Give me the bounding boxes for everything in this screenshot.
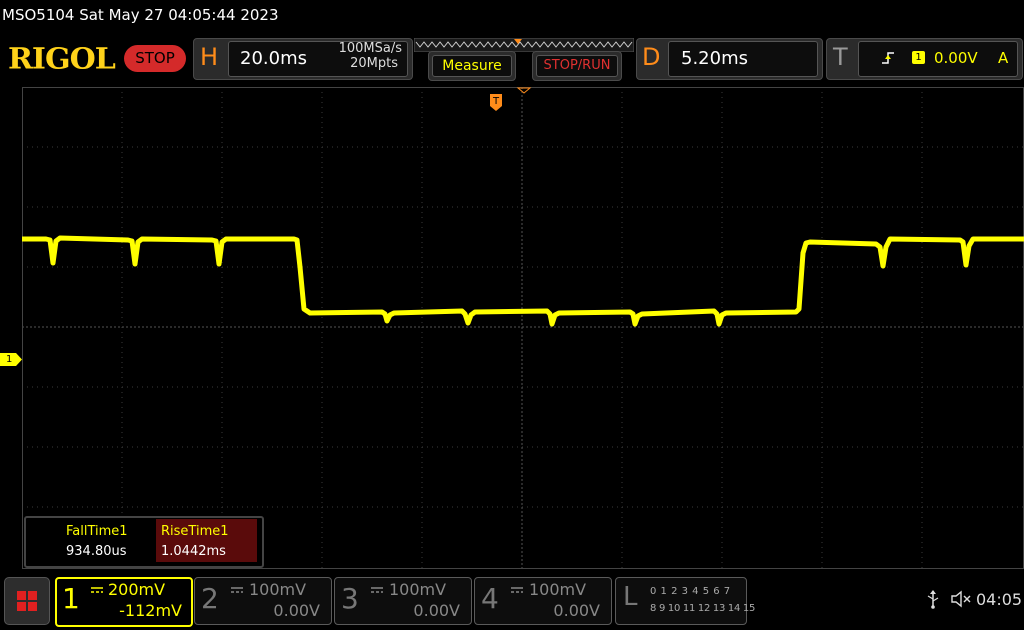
channel-3-offset: 0.00V <box>413 601 460 620</box>
stop-run-button[interactable]: STOP/RUN <box>532 51 622 81</box>
risetime-value: 1.0442ms <box>161 544 226 559</box>
channel-1-scale: 200mV <box>108 580 166 599</box>
logic-channels-row2: 8 9 10 11 12 13 14 15 <box>650 603 756 614</box>
delay-letter: D <box>642 43 661 71</box>
channel-1-offset: -112mV <box>119 601 182 620</box>
logic-analyzer-letter: L <box>623 582 638 612</box>
dc-coupling-icon <box>371 587 383 593</box>
timebase-value: 20.0ms <box>240 48 307 69</box>
trigger-marker-label: T <box>492 96 500 107</box>
measure-button[interactable]: Measure <box>428 51 516 81</box>
channel-3-scale: 100mV <box>389 580 447 599</box>
dc-coupling-icon <box>231 587 243 593</box>
sample-rate: 100MSa/s <box>338 41 402 56</box>
run-state-badge[interactable]: STOP <box>124 45 186 72</box>
trigger-letter: T <box>833 43 848 71</box>
channel-4-number: 4 <box>481 582 499 615</box>
trigger-position-strip <box>414 38 634 52</box>
memory-depth: 20Mpts <box>350 56 398 71</box>
logic-channels-row1: 0 1 2 3 4 5 6 7 <box>650 586 731 597</box>
channel-3-number: 3 <box>341 582 359 615</box>
ch1-offset-marker[interactable]: 1 <box>0 353 22 366</box>
speaker-muted-icon[interactable] <box>950 590 972 608</box>
trigger-level: 0.00V <box>934 49 978 67</box>
channel-4-scale: 100mV <box>529 580 587 599</box>
dc-coupling-icon <box>511 587 523 593</box>
ch1-waveform <box>22 235 1024 327</box>
main-menu-button[interactable] <box>4 577 50 625</box>
trigger-mode: A <box>998 49 1009 67</box>
delay-value: 5.20ms <box>681 48 748 69</box>
grid-center-axes <box>22 87 1024 569</box>
ch1-marker-label: 1 <box>6 354 13 365</box>
trigger-marker: T <box>490 87 532 111</box>
trigger-source-badge: 1 <box>912 51 925 64</box>
rising-edge-icon <box>882 52 894 64</box>
channel-2-number: 2 <box>201 582 219 615</box>
risetime-label: RiseTime1 <box>161 524 229 539</box>
status-line: MSO5104 Sat May 27 04:05:44 2023 <box>2 6 279 24</box>
stop-run-label: STOP/RUN <box>536 55 618 77</box>
falltime-value: 934.80us <box>66 544 127 559</box>
channel-2-scale: 100mV <box>249 580 307 599</box>
grid-border <box>22 87 1024 569</box>
grid-lines <box>22 87 1024 569</box>
measure-label: Measure <box>432 55 512 77</box>
channel-1-number: 1 <box>62 582 80 615</box>
falltime-label: FallTime1 <box>66 524 128 539</box>
horizontal-letter: H <box>200 43 219 71</box>
dc-coupling-icon <box>91 587 103 593</box>
waveform-grid[interactable]: T <box>22 87 1024 569</box>
channel-4-offset: 0.00V <box>553 601 600 620</box>
clock: 04:05 <box>976 590 1023 609</box>
channel-2-offset: 0.00V <box>273 601 320 620</box>
rigol-logo: RIGOL <box>8 42 116 77</box>
usb-icon <box>927 590 939 609</box>
grid-menu-icon <box>17 591 37 611</box>
